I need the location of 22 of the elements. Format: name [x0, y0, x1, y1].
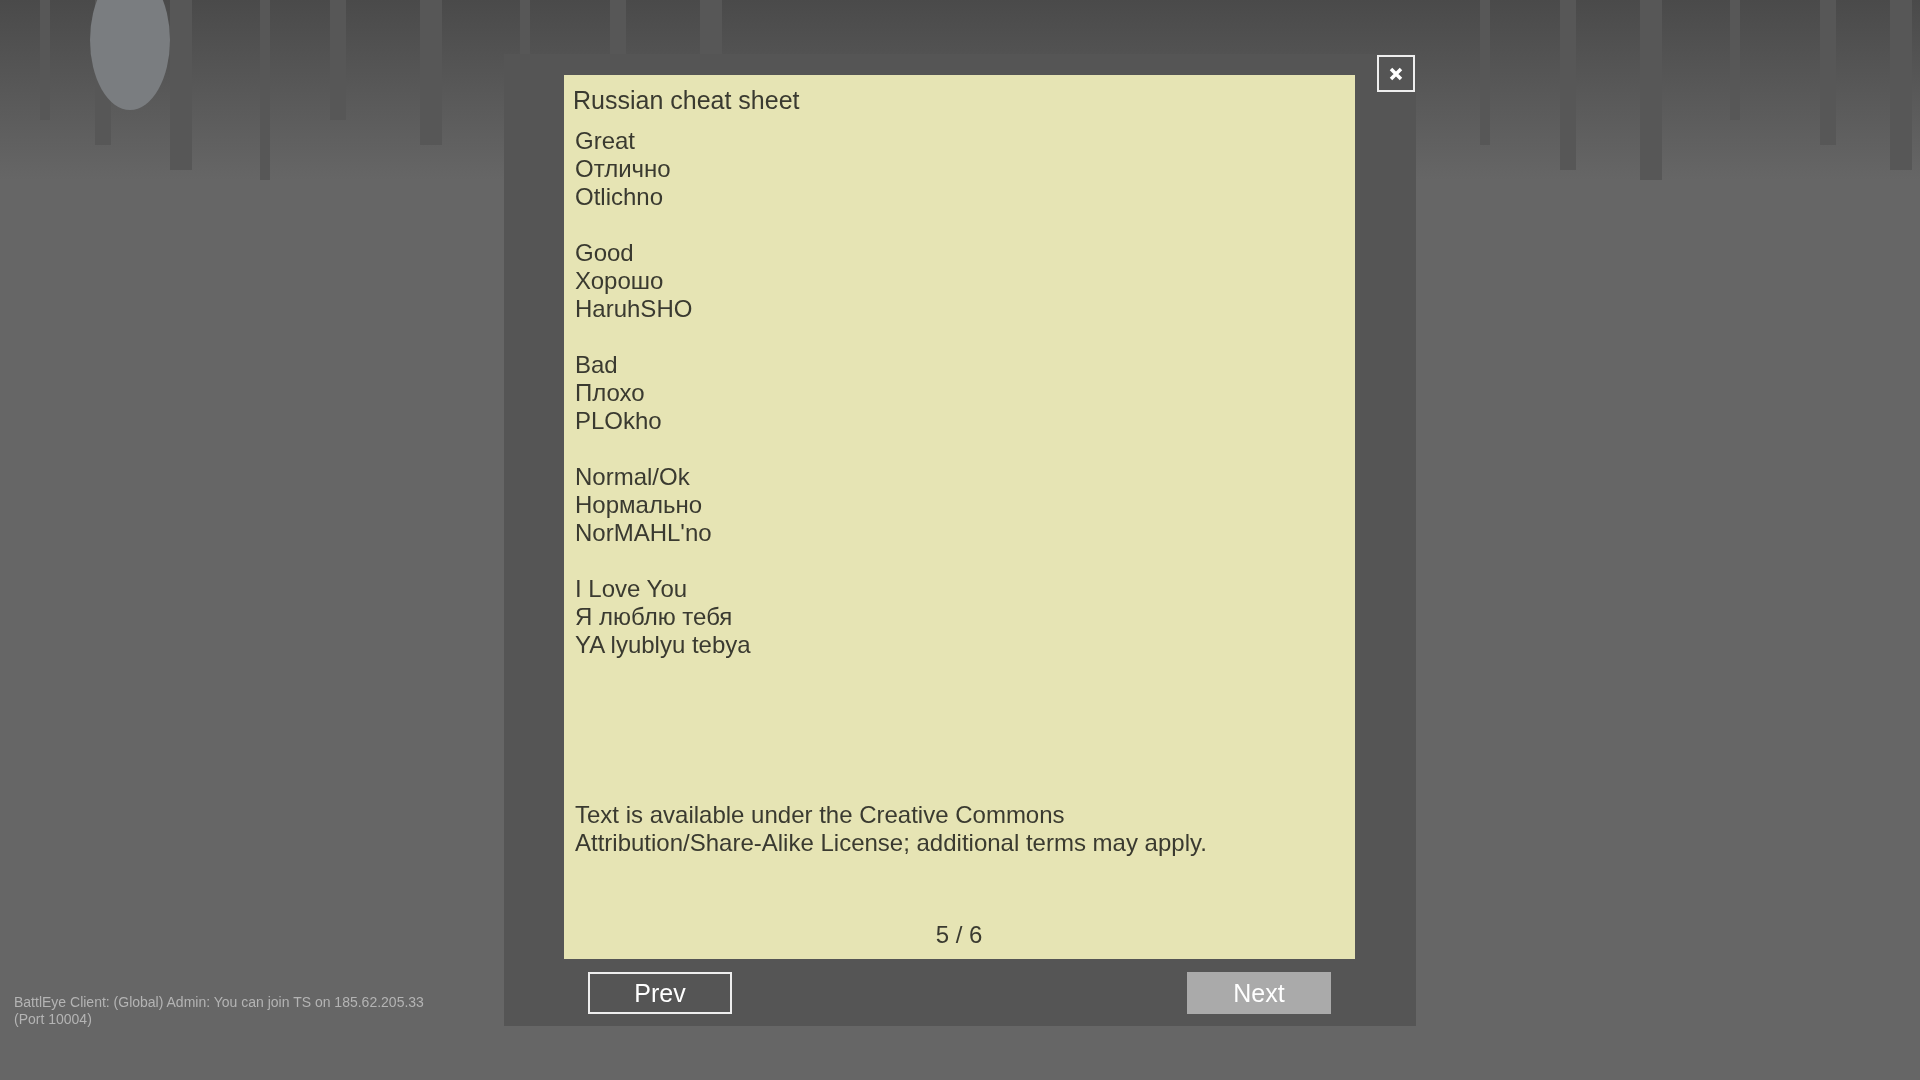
english-phrase: Bad — [575, 351, 619, 379]
russian-phrase: Плохо — [575, 379, 646, 407]
transliteration: HaruhSHO — [575, 295, 694, 323]
english-phrase: Normal/Ok — [575, 463, 691, 491]
russian-phrase: Отлично — [575, 155, 672, 183]
english-phrase: Good — [575, 239, 635, 267]
russian-phrase: Хорошо — [575, 267, 665, 295]
close-icon — [1389, 66, 1403, 81]
prev-button[interactable]: Prev — [588, 972, 732, 1014]
page-indicator: 5 / 6 — [934, 921, 984, 949]
transliteration: Otlichno — [575, 183, 665, 211]
english-phrase: Great — [575, 127, 637, 155]
license-text: Text is available under the Creative Commons Attribution/Share-Alike License; additional terms may apply. — [574, 801, 1208, 857]
transliteration: NorMAHL'no — [575, 519, 713, 547]
close-button[interactable] — [1377, 55, 1415, 92]
sheet-title: Russian cheat sheet — [573, 85, 801, 115]
transliteration: YA lyublyu tebya — [575, 631, 752, 659]
russian-phrase: Нормально — [575, 491, 703, 519]
chat-message: BattlEye Client: (Global) Admin: You can join TS on 185.62.205.33 (Port 10004) — [14, 994, 425, 1028]
transliteration: PLOkho — [575, 407, 663, 435]
russian-phrase: Я люблю тебя — [575, 603, 734, 631]
english-phrase: I Love You — [575, 575, 689, 603]
